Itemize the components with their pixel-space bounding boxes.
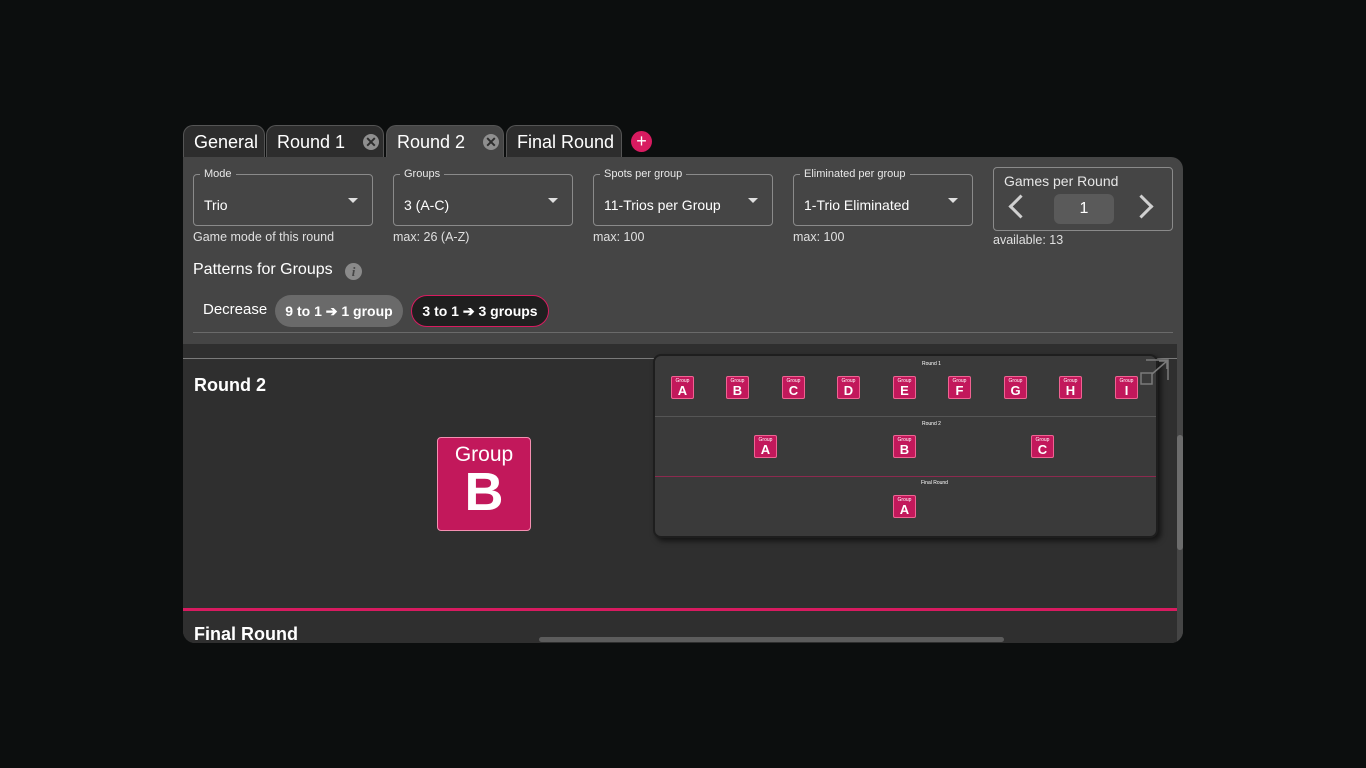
overview-divider [655, 416, 1156, 417]
bracket-overview[interactable]: Round 1 Round 2 Final Round Group A Group B… [653, 354, 1158, 538]
close-icon[interactable]: ✕ [483, 134, 499, 150]
mode-select[interactable]: Mode Trio [193, 168, 373, 226]
overview-group-letter: H [1065, 383, 1076, 398]
overview-group-card[interactable]: Group H [1059, 376, 1082, 399]
overview-round-title: Round 2 [922, 421, 941, 427]
groups-value: 3 (A-C) [404, 197, 450, 213]
overview-group-card[interactable]: Group G [1004, 376, 1027, 399]
overview-group-letter: A [760, 442, 771, 457]
tab-label: Round 1 [277, 132, 346, 152]
close-icon[interactable]: ✕ [363, 134, 379, 150]
games-available-helper: available: 13 [993, 233, 1064, 247]
tab-round-1[interactable]: Round 1 ✕ [266, 125, 384, 157]
chevron-down-icon [948, 198, 958, 203]
horizontal-scrollbar-thumb[interactable] [539, 637, 1004, 642]
spots-legend: Spots per group [600, 168, 687, 180]
patterns-title: Patterns for Groups [193, 261, 333, 278]
mode-helper: Game mode of this round [193, 230, 335, 244]
chevron-down-icon [348, 198, 358, 203]
groups-helper: max: 26 (A-Z) [393, 230, 470, 244]
section-divider [183, 608, 1177, 611]
group-card[interactable]: Group B [437, 437, 531, 531]
overview-group-letter: C [1037, 442, 1048, 457]
eliminated-select[interactable]: Eliminated per group 1-Trio Eliminated [793, 168, 973, 226]
tab-round-2[interactable]: Round 2 ✕ [386, 125, 504, 157]
final-round-title: Final Round [194, 624, 298, 643]
chevron-right-icon[interactable] [1129, 194, 1154, 219]
mode-legend: Mode [200, 168, 236, 180]
tab-label: Final Round [517, 132, 615, 152]
overview-group-card[interactable]: Group F [948, 376, 971, 399]
spots-helper: max: 100 [593, 230, 645, 244]
eliminated-helper: max: 100 [793, 230, 845, 244]
overview-group-card[interactable]: Group C [782, 376, 805, 399]
overview-divider [655, 476, 1156, 477]
overview-group-letter: G [1010, 383, 1021, 398]
group-letter: B [464, 462, 504, 522]
overview-group-letter: I [1124, 383, 1129, 398]
eliminated-legend: Eliminated per group [800, 168, 910, 180]
spots-select[interactable]: Spots per group 11-Trios per Group [593, 168, 773, 226]
pattern-chip-3-to-1[interactable]: 3 to 1 ➔ 3 groups [411, 295, 549, 327]
tab-general[interactable]: General [183, 125, 265, 157]
mode-value: Trio [204, 197, 228, 213]
info-icon[interactable]: i [345, 263, 362, 280]
overview-group-card[interactable]: Group A [754, 435, 777, 458]
overview-group-letter: C [788, 383, 799, 398]
spots-value: 11-Trios per Group [604, 197, 721, 213]
overview-round-title: Final Round [921, 480, 948, 486]
overview-group-letter: F [955, 383, 964, 398]
groups-legend: Groups [400, 168, 445, 180]
overview-group-letter: A [677, 383, 688, 398]
overview-group-card[interactable]: Group A [671, 376, 694, 399]
overview-group-card[interactable]: Group E [893, 376, 916, 399]
overview-group-card[interactable]: Group C [1031, 435, 1054, 458]
games-per-round-stepper: Games per Round 1 [993, 167, 1173, 231]
overview-group-letter: E [900, 383, 909, 398]
overview-group-letter: D [843, 383, 854, 398]
groups-select[interactable]: Groups 3 (A-C) [393, 168, 573, 226]
overview-group-card[interactable]: Group B [893, 435, 916, 458]
overview-group-letter: B [899, 442, 910, 457]
pattern-decrease-label: Decrease [203, 301, 268, 318]
round-title: Round 2 [194, 375, 266, 395]
games-per-round-label: Games per Round [1004, 173, 1119, 189]
tab-final-round[interactable]: Final Round [506, 125, 622, 157]
overview-group-card[interactable]: Group B [726, 376, 749, 399]
eliminated-value: 1-Trio Eliminated [804, 197, 910, 213]
overview-group-letter: B [732, 383, 743, 398]
chevron-down-icon [548, 198, 558, 203]
overview-group-card[interactable]: Group I [1115, 376, 1138, 399]
tab-label: General [194, 132, 259, 152]
add-tab-button[interactable]: + [631, 131, 652, 152]
chevron-left-icon[interactable] [1008, 194, 1033, 219]
expand-icon[interactable] [1140, 358, 1170, 386]
tab-label: Round 2 [397, 132, 466, 152]
divider [193, 332, 1173, 333]
overview-round-title: Round 1 [922, 361, 941, 367]
overview-group-letter: A [899, 502, 910, 517]
vertical-scrollbar-thumb[interactable] [1177, 435, 1183, 550]
games-per-round-value[interactable]: 1 [1054, 194, 1114, 224]
pattern-chip-9-to-1[interactable]: 9 to 1 ➔ 1 group [275, 295, 403, 327]
chevron-down-icon [748, 198, 758, 203]
overview-group-card[interactable]: Group A [893, 495, 916, 518]
overview-group-card[interactable]: Group D [837, 376, 860, 399]
